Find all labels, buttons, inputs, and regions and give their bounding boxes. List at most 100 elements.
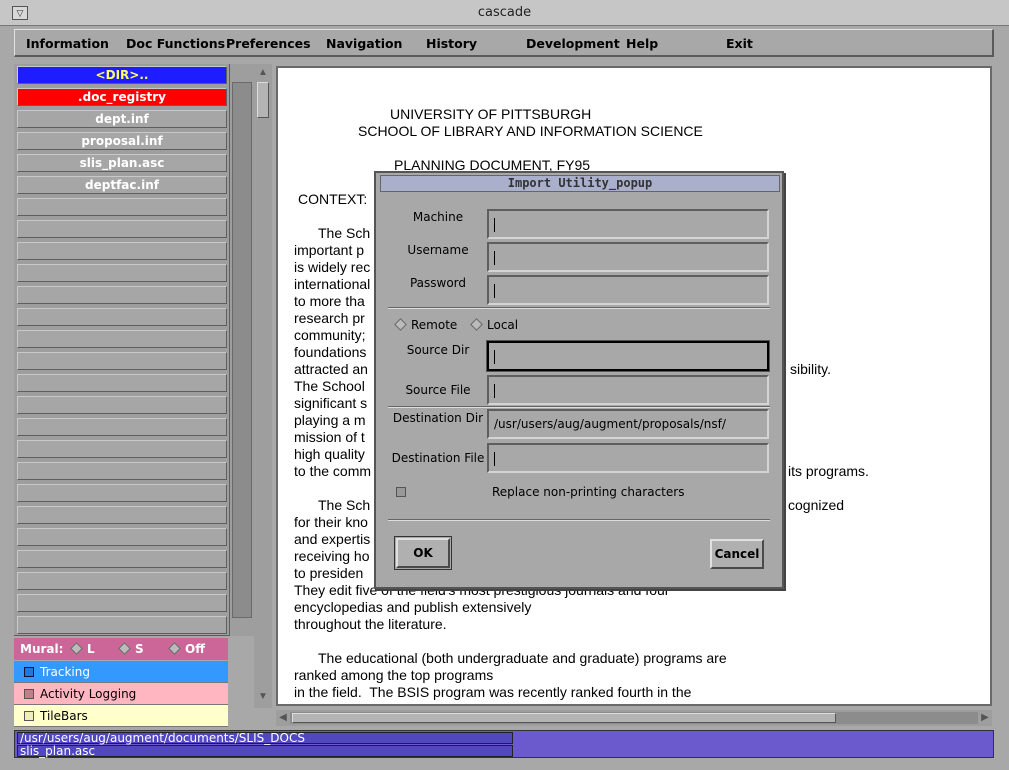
local-radio[interactable]: Local	[470, 318, 518, 332]
file-item-doc-registry[interactable]: .doc_registry	[17, 88, 227, 106]
doc-line: community;	[294, 327, 366, 343]
source-file-field[interactable]	[487, 375, 769, 405]
file-item-empty[interactable]	[17, 484, 227, 502]
tracking-checkbox[interactable]	[24, 667, 34, 677]
option-activity-logging[interactable]: Activity Logging	[14, 683, 228, 705]
source-file-label: Source File	[405, 383, 471, 397]
horizontal-scroll-thumb[interactable]	[292, 713, 836, 723]
file-item-empty[interactable]	[17, 572, 227, 590]
scroll-up-arrow-icon[interactable]: ▲	[256, 66, 270, 80]
replace-nonprinting-label: Replace non-printing characters	[492, 485, 685, 499]
menu-bar: Information Doc Functions Preferences Na…	[14, 29, 994, 57]
import-utility-dialog: Import Utility_popup Machine Username Pa…	[374, 171, 784, 589]
doc-line: throughout the literature.	[294, 616, 447, 632]
remote-radio[interactable]: Remote	[394, 318, 457, 332]
username-label: Username	[407, 243, 469, 257]
menu-information[interactable]: Information	[26, 36, 109, 51]
file-item-empty[interactable]	[17, 220, 227, 238]
doc-line: international	[294, 276, 371, 292]
destination-dir-field[interactable]: /usr/users/aug/augment/proposals/nsf/	[487, 409, 769, 439]
menu-development[interactable]: Development	[526, 36, 620, 51]
destination-file-label: Destination File	[391, 451, 485, 465]
ok-button[interactable]: OK	[396, 538, 450, 568]
file-item-empty[interactable]	[17, 286, 227, 304]
destination-file-field[interactable]	[487, 443, 769, 473]
doc-line: The educational (both undergraduate and …	[318, 650, 727, 666]
replace-nonprinting-checkbox[interactable]	[396, 487, 406, 497]
doc-line: to presiden	[294, 565, 364, 581]
file-item-empty[interactable]	[17, 506, 227, 524]
radio-diamond-icon	[70, 642, 83, 655]
menu-help[interactable]: Help	[626, 36, 658, 51]
doc-line: attracted an	[294, 361, 368, 377]
file-item-empty[interactable]	[17, 308, 227, 326]
document-horizontal-scrollbar[interactable]: ◀ ▶	[276, 710, 992, 726]
file-item-empty[interactable]	[17, 594, 227, 612]
file-item-parent-dir[interactable]: <DIR>..	[17, 66, 227, 84]
document-scroll-thumb[interactable]	[257, 82, 269, 118]
mural-control: Mural: L S Off	[14, 638, 228, 660]
username-field[interactable]	[487, 242, 769, 272]
file-item-empty[interactable]	[17, 352, 227, 370]
tilebars-checkbox[interactable]	[24, 711, 34, 721]
mural-option-l[interactable]: L	[70, 642, 95, 656]
radio-diamond-icon	[118, 642, 131, 655]
dialog-separator	[388, 307, 770, 309]
scroll-right-arrow-icon[interactable]: ▶	[978, 710, 992, 726]
file-item-empty[interactable]	[17, 264, 227, 282]
machine-field[interactable]	[487, 209, 769, 239]
file-item-empty[interactable]	[17, 616, 227, 634]
mural-option-s[interactable]: S	[118, 642, 144, 656]
doc-line: significant s	[294, 395, 368, 411]
file-item-empty[interactable]	[17, 198, 227, 216]
file-item-proposal-inf[interactable]: proposal.inf	[17, 132, 227, 150]
scroll-left-arrow-icon[interactable]: ◀	[276, 710, 290, 726]
file-item-empty[interactable]	[17, 528, 227, 546]
doc-line: high quality	[294, 446, 365, 462]
doc-line-fragment: cognized	[788, 497, 845, 513]
file-item-dept-inf[interactable]: dept.inf	[17, 110, 227, 128]
file-item-empty[interactable]	[17, 418, 227, 436]
radio-diamond-icon	[470, 318, 483, 331]
cancel-button[interactable]: Cancel	[710, 539, 764, 569]
menu-doc-functions[interactable]: Doc Functions	[126, 36, 225, 51]
source-dir-field[interactable]	[486, 340, 770, 372]
dialog-separator	[388, 519, 770, 521]
password-label: Password	[409, 276, 467, 290]
file-list-scroll-track[interactable]	[232, 82, 252, 618]
doc-line: to more tha	[294, 293, 365, 309]
doc-line: research pr	[294, 310, 365, 326]
doc-line: foundations	[294, 344, 367, 360]
scroll-down-arrow-icon[interactable]: ▼	[256, 690, 270, 704]
file-item-empty[interactable]	[17, 440, 227, 458]
doc-line: The Sch	[318, 225, 371, 241]
doc-line: important p	[294, 242, 365, 258]
file-item-empty[interactable]	[17, 550, 227, 568]
destination-dir-label: Destination Dir	[392, 411, 484, 425]
doc-line-fragment: sibility.	[790, 361, 831, 377]
text-cursor-icon	[494, 451, 495, 466]
doc-line: UNIVERSITY OF PITTSBURGH	[390, 106, 592, 122]
file-item-empty[interactable]	[17, 330, 227, 348]
file-item-slis-plan[interactable]: slis_plan.asc	[17, 154, 227, 172]
menu-history[interactable]: History	[426, 36, 477, 51]
option-tilebars[interactable]: TileBars	[14, 705, 228, 727]
menu-preferences[interactable]: Preferences	[226, 36, 311, 51]
menu-exit[interactable]: Exit	[726, 36, 753, 51]
document-vertical-scrollbar[interactable]: ▲ ▼	[254, 64, 272, 708]
file-item-empty[interactable]	[17, 374, 227, 392]
file-item-deptfac-inf[interactable]: deptfac.inf	[17, 176, 227, 194]
file-list-scrollbar[interactable]	[230, 64, 254, 636]
activity-logging-checkbox[interactable]	[24, 689, 34, 699]
option-tracking[interactable]: Tracking	[14, 661, 228, 683]
file-item-empty[interactable]	[17, 242, 227, 260]
mural-option-off[interactable]: Off	[168, 642, 205, 656]
password-field[interactable]	[487, 275, 769, 305]
file-item-empty[interactable]	[17, 396, 227, 414]
menu-navigation[interactable]: Navigation	[326, 36, 402, 51]
radio-diamond-icon	[394, 318, 407, 331]
doc-line: ranked among the top programs	[294, 667, 494, 683]
doc-line: receiving ho	[294, 548, 370, 564]
file-item-empty[interactable]	[17, 462, 227, 480]
doc-line: to the comm	[294, 463, 372, 479]
